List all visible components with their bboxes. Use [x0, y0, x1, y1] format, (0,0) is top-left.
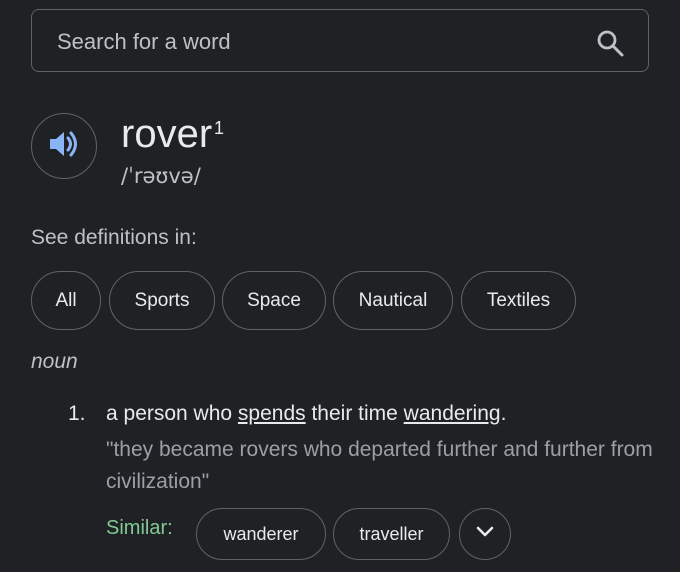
- chevron-down-icon: [475, 525, 495, 544]
- definition-part: their time: [305, 402, 404, 425]
- expand-similar-button[interactable]: [459, 508, 511, 560]
- pronunciation-text: /ˈrəʊvə/: [121, 164, 201, 188]
- part-of-speech: noun: [31, 350, 78, 373]
- homograph-number: 1: [214, 118, 225, 138]
- chip-textiles[interactable]: Textiles: [461, 271, 576, 330]
- search-input[interactable]: [55, 10, 579, 73]
- definition-part: .: [500, 402, 507, 425]
- similar-chip-traveller[interactable]: traveller: [333, 508, 450, 560]
- speaker-icon: [47, 129, 81, 164]
- definition-part: a person who: [106, 402, 238, 425]
- search-icon[interactable]: [595, 28, 625, 58]
- search-box: [31, 9, 649, 73]
- play-pronunciation-button[interactable]: [31, 113, 97, 179]
- definition-text: a person who spends their time wandering…: [106, 402, 506, 426]
- similar-label: Similar:: [106, 517, 173, 539]
- sense-number: 1.: [68, 402, 86, 425]
- chip-sports[interactable]: Sports: [109, 271, 215, 330]
- see-definitions-label: See definitions in:: [31, 226, 197, 249]
- headword: rover: [121, 112, 213, 156]
- chip-all[interactable]: All: [31, 271, 101, 330]
- similar-chip-wanderer[interactable]: wanderer: [196, 508, 326, 560]
- chip-space[interactable]: Space: [222, 271, 326, 330]
- example-sentence: "they became rovers who departed further…: [106, 438, 653, 493]
- chip-nautical[interactable]: Nautical: [333, 271, 453, 330]
- definition-link-wandering[interactable]: wandering: [404, 402, 501, 425]
- definition-link-spends[interactable]: spends: [238, 402, 306, 425]
